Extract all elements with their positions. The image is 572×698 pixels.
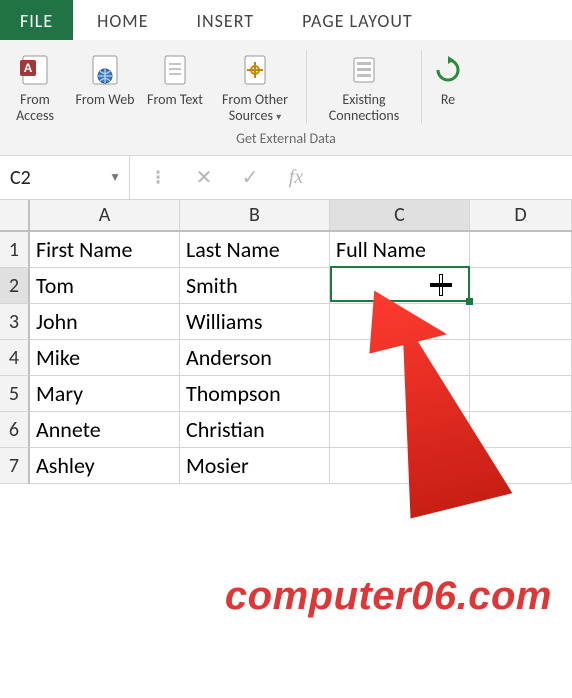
cell[interactable] [330, 340, 470, 376]
table-row: 4 Mike Anderson [0, 340, 572, 376]
chevron-down-icon[interactable]: ▼ [109, 170, 121, 185]
row-header[interactable]: 6 [0, 412, 30, 448]
refresh-button[interactable]: Re [428, 48, 468, 126]
from-access-button[interactable]: A From Access [0, 48, 70, 126]
row-header[interactable]: 1 [0, 232, 30, 268]
row-header[interactable]: 7 [0, 448, 30, 484]
cell[interactable]: John [30, 304, 180, 340]
web-icon [87, 52, 123, 88]
refresh-label: Re [441, 92, 455, 126]
cancel-icon[interactable]: ✕ [190, 164, 218, 192]
cell[interactable]: Full Name [330, 232, 470, 268]
fill-handle[interactable] [466, 298, 473, 305]
existing-connections-label: Existing Connections [315, 92, 413, 126]
existing-connections-button[interactable]: Existing Connections [313, 48, 415, 126]
from-other-sources-label: From Other Sources ▾ [212, 92, 298, 126]
row-header[interactable]: 3 [0, 304, 30, 340]
table-row: 5 Mary Thompson [0, 376, 572, 412]
svg-text:A: A [24, 61, 33, 75]
from-text-button[interactable]: From Text [140, 48, 210, 126]
from-other-sources-button[interactable]: From Other Sources ▾ [210, 48, 300, 126]
col-header-D[interactable]: D [470, 200, 572, 230]
cell[interactable]: Mike [30, 340, 180, 376]
ribbon-tabs: FILE HOME INSERT PAGE LAYOUT [0, 0, 572, 40]
name-box[interactable]: C2 ▼ [0, 156, 130, 199]
chevron-down-icon: ▾ [276, 110, 281, 123]
tab-page-layout[interactable]: PAGE LAYOUT [278, 0, 437, 40]
cell[interactable]: Christian [180, 412, 330, 448]
tab-insert[interactable]: INSERT [172, 0, 278, 40]
row-header[interactable]: 4 [0, 340, 30, 376]
access-icon: A [17, 52, 53, 88]
row-header[interactable]: 5 [0, 376, 30, 412]
formula-more-icon[interactable]: ⁝ [144, 164, 172, 192]
cell-selected[interactable] [330, 268, 470, 304]
cell[interactable]: Smith [180, 268, 330, 304]
cell[interactable] [470, 304, 572, 340]
cell[interactable]: Last Name [180, 232, 330, 268]
enter-icon[interactable]: ✓ [236, 164, 264, 192]
row-header[interactable]: 2 [0, 268, 30, 304]
table-row: 7 Ashley Mosier [0, 448, 572, 484]
cell[interactable] [470, 268, 572, 304]
formula-bar-row: C2 ▼ ⁝ ✕ ✓ fx [0, 156, 572, 200]
table-row: 2 Tom Smith [0, 268, 572, 304]
col-header-B[interactable]: B [180, 200, 330, 230]
text-file-icon [157, 52, 193, 88]
cell[interactable]: Annete [30, 412, 180, 448]
cell[interactable]: First Name [30, 232, 180, 268]
table-row: 1 First Name Last Name Full Name [0, 232, 572, 268]
from-text-label: From Text [147, 92, 203, 126]
name-box-value: C2 [10, 166, 31, 190]
table-row: 6 Annete Christian [0, 412, 572, 448]
cell[interactable]: Mosier [180, 448, 330, 484]
select-all-corner[interactable] [0, 200, 30, 230]
tab-home[interactable]: HOME [73, 0, 172, 40]
ribbon: A From Access From Web From Text [0, 40, 572, 156]
from-web-button[interactable]: From Web [70, 48, 140, 126]
watermark: computer06.com [0, 574, 572, 619]
cell[interactable]: Thompson [180, 376, 330, 412]
tab-file[interactable]: FILE [0, 0, 73, 40]
column-headers: A B C D [0, 200, 572, 232]
ribbon-group-caption: Get External Data [0, 126, 572, 153]
cell[interactable] [470, 448, 572, 484]
worksheet[interactable]: A B C D 1 First Name Last Name Full Name… [0, 200, 572, 484]
cell[interactable] [330, 376, 470, 412]
cell[interactable] [330, 304, 470, 340]
cell[interactable] [470, 376, 572, 412]
fx-icon[interactable]: fx [282, 164, 310, 192]
cell[interactable] [470, 340, 572, 376]
cell[interactable]: Anderson [180, 340, 330, 376]
formula-input[interactable] [324, 156, 572, 199]
table-row: 3 John Williams [0, 304, 572, 340]
cell[interactable] [470, 232, 572, 268]
ribbon-separator [421, 50, 422, 124]
connections-icon [346, 52, 382, 88]
cell[interactable] [330, 448, 470, 484]
cell[interactable] [470, 412, 572, 448]
col-header-A[interactable]: A [30, 200, 180, 230]
col-header-C[interactable]: C [330, 200, 470, 230]
formula-tools: ⁝ ✕ ✓ fx [130, 156, 324, 199]
cell[interactable]: Mary [30, 376, 180, 412]
cell[interactable]: Tom [30, 268, 180, 304]
cell[interactable]: Ashley [30, 448, 180, 484]
cell[interactable]: Williams [180, 304, 330, 340]
cell[interactable] [330, 412, 470, 448]
refresh-icon [430, 52, 466, 88]
from-access-label: From Access [2, 92, 68, 126]
other-sources-icon [237, 52, 273, 88]
ribbon-separator [306, 50, 307, 124]
from-web-label: From Web [75, 92, 134, 126]
